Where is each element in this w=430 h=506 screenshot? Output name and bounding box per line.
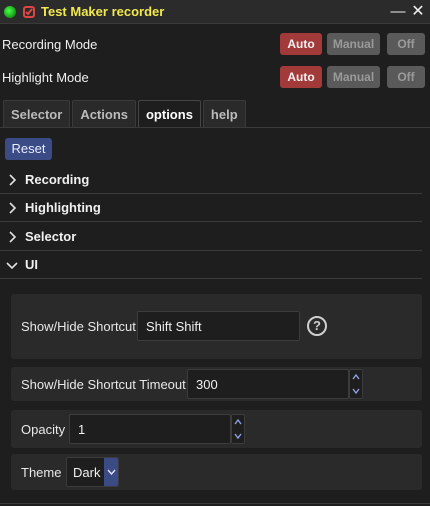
opacity-label: Opacity (21, 422, 66, 437)
help-circle-icon[interactable]: ? (307, 316, 327, 336)
section-recording-label: Recording (25, 172, 90, 187)
opacity-increment-button[interactable] (232, 415, 244, 429)
section-selector-label: Selector (25, 229, 77, 244)
chevron-right-icon (0, 201, 24, 214)
recording-mode-row: Recording Mode Auto Manual Off (0, 29, 430, 59)
test-maker-logo-icon (22, 5, 36, 19)
recording-mode-label: Recording Mode (2, 36, 98, 52)
highlight-mode-auto-button[interactable]: Auto (280, 66, 322, 88)
tab-bar: Selector Actions options help (3, 100, 248, 127)
shortcut-input[interactable] (137, 311, 300, 341)
shortcut-label: Show/Hide Shortcut (21, 319, 136, 334)
tab-divider (0, 127, 430, 128)
timeout-decrement-button[interactable] (350, 384, 362, 398)
opacity-input[interactable] (69, 414, 231, 444)
bottom-divider (0, 503, 430, 504)
section-ui-label: UI (25, 257, 38, 272)
title-bar: Test Maker recorder — ✕ (0, 0, 430, 24)
tab-actions[interactable]: Actions (72, 100, 136, 127)
recording-mode-auto-button[interactable]: Auto (280, 33, 322, 55)
theme-select-value: Dark (73, 464, 101, 480)
minimize-button[interactable]: — (388, 0, 408, 24)
theme-label: Theme (21, 465, 62, 480)
tab-options[interactable]: options (137, 100, 201, 127)
chevron-down-icon (0, 260, 24, 270)
opacity-setting-panel: Opacity (11, 410, 422, 448)
app-title: Test Maker recorder (41, 4, 165, 19)
recording-mode-off-button[interactable]: Off (387, 33, 425, 55)
status-dot-icon (4, 5, 16, 18)
tab-selector[interactable]: Selector (3, 100, 71, 127)
chevron-up-icon (352, 374, 360, 380)
timeout-setting-panel: Show/Hide Shortcut Timeout (11, 367, 422, 401)
section-ui[interactable]: UI (0, 251, 422, 279)
highlight-mode-off-button[interactable]: Off (387, 66, 425, 88)
timeout-label: Show/Hide Shortcut Timeout (21, 377, 186, 392)
timeout-stepper (349, 369, 363, 399)
chevron-down-icon (104, 458, 118, 486)
opacity-decrement-button[interactable] (232, 429, 244, 443)
theme-select[interactable]: Dark (66, 457, 119, 487)
highlight-mode-label: Highlight Mode (2, 69, 89, 85)
section-selector[interactable]: Selector (0, 223, 422, 251)
chevron-up-icon (234, 419, 242, 425)
shortcut-setting-panel: Show/Hide Shortcut ? (11, 294, 422, 359)
highlight-mode-row: Highlight Mode Auto Manual Off (0, 62, 430, 92)
reset-button[interactable]: Reset (5, 138, 52, 160)
timeout-increment-button[interactable] (350, 370, 362, 384)
highlight-mode-manual-button[interactable]: Manual (327, 66, 380, 88)
recording-mode-manual-button[interactable]: Manual (327, 33, 380, 55)
chevron-down-icon (234, 433, 242, 439)
close-button[interactable]: ✕ (408, 0, 428, 24)
opacity-stepper (231, 414, 245, 444)
section-highlighting-label: Highlighting (25, 200, 101, 215)
theme-setting-panel: Theme Dark (11, 454, 422, 490)
timeout-input[interactable] (187, 369, 349, 399)
chevron-right-icon (0, 173, 24, 186)
section-highlighting[interactable]: Highlighting (0, 194, 422, 222)
tab-help[interactable]: help (202, 100, 246, 127)
chevron-down-icon (352, 388, 360, 394)
section-recording[interactable]: Recording (0, 166, 422, 194)
chevron-right-icon (0, 230, 24, 243)
